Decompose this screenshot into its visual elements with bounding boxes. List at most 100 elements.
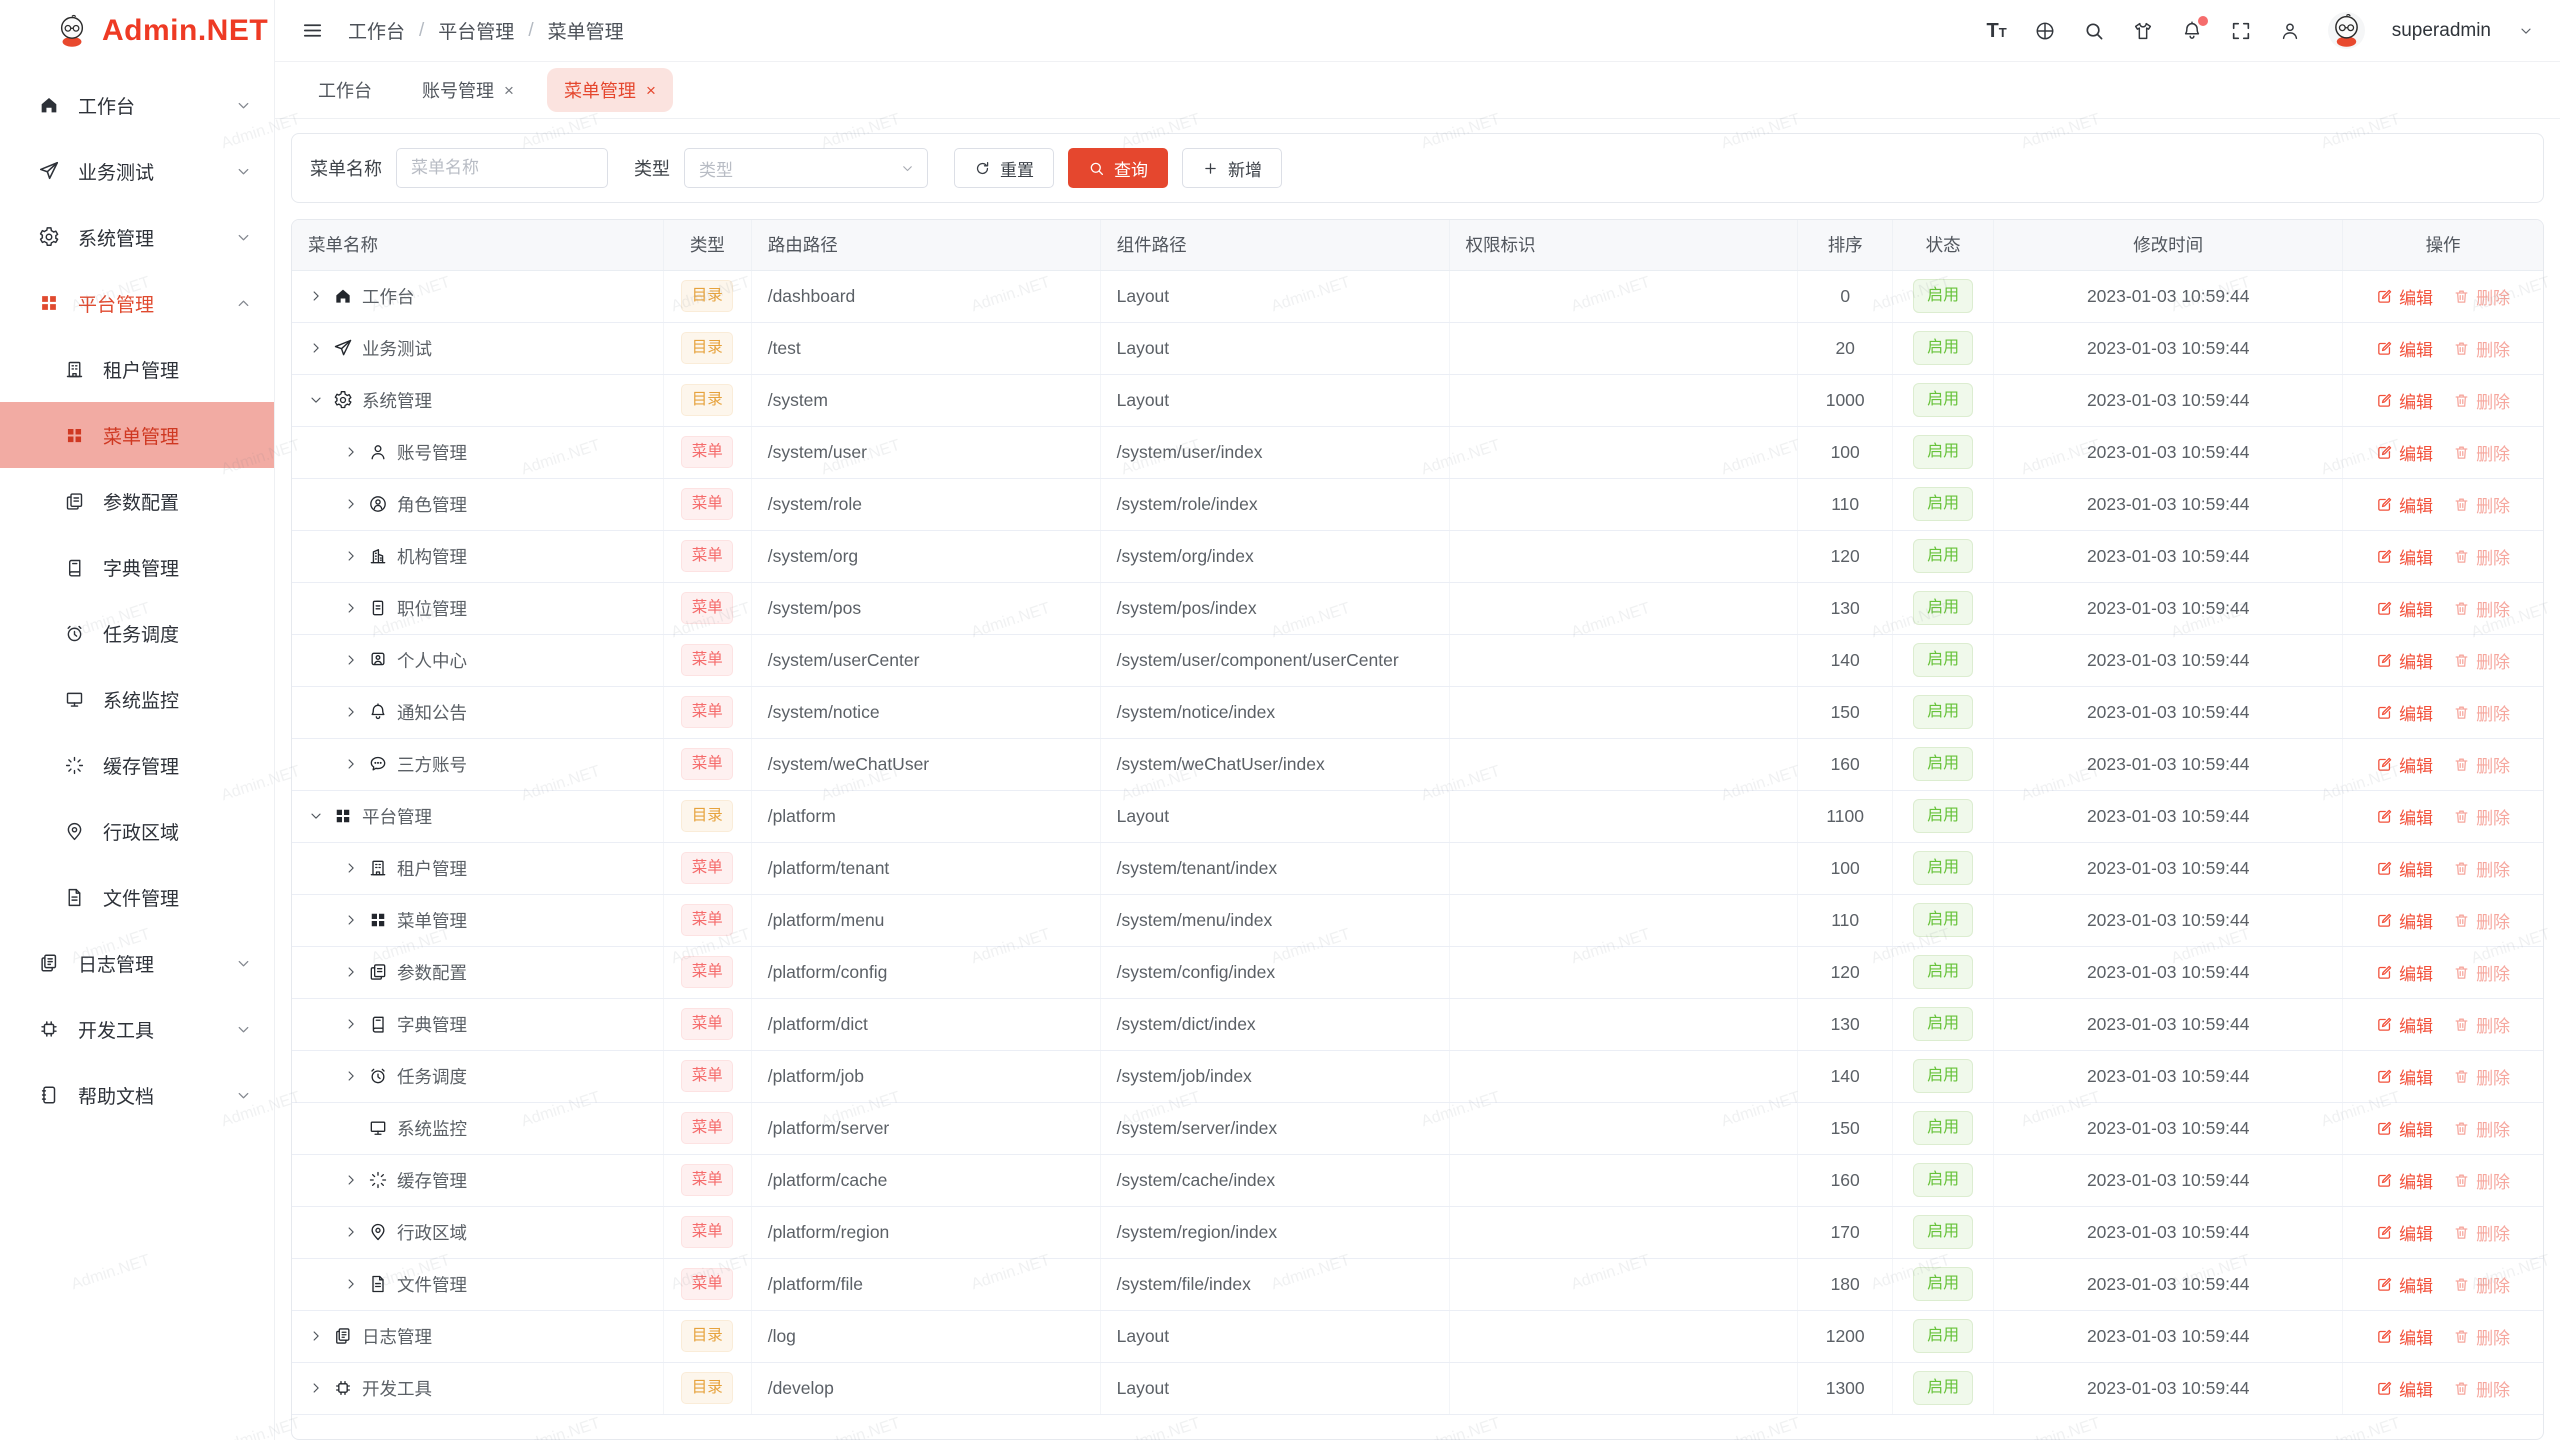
tree-arrow-icon[interactable] <box>343 1068 359 1084</box>
delete-button[interactable]: 删除 <box>2453 1064 2510 1089</box>
delete-button[interactable]: 删除 <box>2453 1272 2510 1297</box>
tab-close-icon[interactable]: × <box>504 82 514 99</box>
delete-button[interactable]: 删除 <box>2453 388 2510 413</box>
avatar[interactable] <box>2328 12 2365 49</box>
edit-button[interactable]: 编辑 <box>2376 700 2433 725</box>
delete-button[interactable]: 删除 <box>2453 440 2510 465</box>
tree-arrow-icon[interactable] <box>308 1380 324 1396</box>
font-size-icon[interactable]: TT <box>1987 20 2007 42</box>
edit-button[interactable]: 编辑 <box>2376 336 2433 361</box>
edit-button[interactable]: 编辑 <box>2376 648 2433 673</box>
delete-button[interactable]: 删除 <box>2453 544 2510 569</box>
edit-button[interactable]: 编辑 <box>2376 1220 2433 1245</box>
tree-arrow-icon[interactable] <box>343 912 359 928</box>
tree-arrow-icon[interactable] <box>343 1224 359 1240</box>
delete-button[interactable]: 删除 <box>2453 1220 2510 1245</box>
edit-button[interactable]: 编辑 <box>2376 544 2433 569</box>
sidebar-item[interactable]: 平台管理 <box>0 270 274 336</box>
edit-button[interactable]: 编辑 <box>2376 1116 2433 1141</box>
edit-button[interactable]: 编辑 <box>2376 908 2433 933</box>
tree-arrow-icon[interactable] <box>343 860 359 876</box>
tree-arrow-icon[interactable] <box>308 1328 324 1344</box>
tree-arrow-icon[interactable] <box>343 496 359 512</box>
language-icon[interactable] <box>2034 20 2056 42</box>
edit-button[interactable]: 编辑 <box>2376 856 2433 881</box>
tree-arrow-icon[interactable] <box>343 1172 359 1188</box>
tab[interactable]: 工作台 <box>301 68 389 112</box>
edit-button[interactable]: 编辑 <box>2376 1168 2433 1193</box>
delete-button[interactable]: 删除 <box>2453 1012 2510 1037</box>
tree-arrow-icon[interactable] <box>343 704 359 720</box>
reset-button[interactable]: 重置 <box>954 148 1054 188</box>
edit-button[interactable]: 编辑 <box>2376 1376 2433 1401</box>
search-icon[interactable] <box>2083 20 2105 42</box>
sidebar-item[interactable]: 开发工具 <box>0 996 274 1062</box>
tree-arrow-icon[interactable] <box>343 548 359 564</box>
delete-button[interactable]: 删除 <box>2453 1116 2510 1141</box>
edit-button[interactable]: 编辑 <box>2376 960 2433 985</box>
delete-button[interactable]: 删除 <box>2453 1324 2510 1349</box>
sidebar-subitem[interactable]: 菜单管理 <box>0 402 274 468</box>
delete-button[interactable]: 删除 <box>2453 1168 2510 1193</box>
edit-button[interactable]: 编辑 <box>2376 596 2433 621</box>
fullscreen-icon[interactable] <box>2230 20 2252 42</box>
delete-button[interactable]: 删除 <box>2453 336 2510 361</box>
sidebar-subitem[interactable]: 行政区域 <box>0 798 274 864</box>
tree-arrow-icon[interactable] <box>308 288 324 304</box>
delete-button[interactable]: 删除 <box>2453 596 2510 621</box>
sidebar-item[interactable]: 帮助文档 <box>0 1062 274 1128</box>
edit-button[interactable]: 编辑 <box>2376 1012 2433 1037</box>
search-button[interactable]: 查询 <box>1068 148 1168 188</box>
delete-button[interactable]: 删除 <box>2453 284 2510 309</box>
breadcrumb-item[interactable]: 工作台 <box>348 17 405 44</box>
edit-button[interactable]: 编辑 <box>2376 1064 2433 1089</box>
tree-arrow-icon[interactable] <box>343 756 359 772</box>
tree-arrow-icon[interactable] <box>343 600 359 616</box>
tab[interactable]: 账号管理× <box>405 68 531 112</box>
tab-close-icon[interactable]: × <box>646 82 656 99</box>
delete-button[interactable]: 删除 <box>2453 648 2510 673</box>
tree-arrow-icon[interactable] <box>308 392 324 408</box>
notification-bell-icon[interactable] <box>2181 20 2203 42</box>
type-select[interactable]: 类型 <box>684 148 928 188</box>
edit-button[interactable]: 编辑 <box>2376 1272 2433 1297</box>
sidebar-subitem[interactable]: 文件管理 <box>0 864 274 930</box>
edit-button[interactable]: 编辑 <box>2376 388 2433 413</box>
user-icon[interactable] <box>2279 20 2301 42</box>
sidebar-item[interactable]: 业务测试 <box>0 138 274 204</box>
tree-arrow-icon[interactable] <box>343 444 359 460</box>
add-button[interactable]: 新增 <box>1182 148 1282 188</box>
logo[interactable]: Admin.NET <box>0 0 274 62</box>
sidebar-subitem[interactable]: 任务调度 <box>0 600 274 666</box>
sidebar-item[interactable]: 工作台 <box>0 72 274 138</box>
tree-arrow-icon[interactable] <box>343 1016 359 1032</box>
tab[interactable]: 菜单管理× <box>547 68 673 112</box>
delete-button[interactable]: 删除 <box>2453 1376 2510 1401</box>
delete-button[interactable]: 删除 <box>2453 804 2510 829</box>
delete-button[interactable]: 删除 <box>2453 700 2510 725</box>
sidebar-item[interactable]: 日志管理 <box>0 930 274 996</box>
tree-arrow-icon[interactable] <box>343 652 359 668</box>
edit-button[interactable]: 编辑 <box>2376 752 2433 777</box>
sidebar-subitem[interactable]: 系统监控 <box>0 666 274 732</box>
edit-button[interactable]: 编辑 <box>2376 440 2433 465</box>
sidebar-subitem[interactable]: 缓存管理 <box>0 732 274 798</box>
tree-arrow-icon[interactable] <box>343 964 359 980</box>
sidebar-item[interactable]: 系统管理 <box>0 204 274 270</box>
username[interactable]: superadmin <box>2392 20 2491 42</box>
edit-button[interactable]: 编辑 <box>2376 804 2433 829</box>
theme-shirt-icon[interactable] <box>2132 20 2154 42</box>
tree-arrow-icon[interactable] <box>308 340 324 356</box>
sidebar-subitem[interactable]: 参数配置 <box>0 468 274 534</box>
menu-name-input[interactable] <box>396 148 608 188</box>
delete-button[interactable]: 删除 <box>2453 856 2510 881</box>
delete-button[interactable]: 删除 <box>2453 752 2510 777</box>
delete-button[interactable]: 删除 <box>2453 960 2510 985</box>
edit-button[interactable]: 编辑 <box>2376 492 2433 517</box>
edit-button[interactable]: 编辑 <box>2376 284 2433 309</box>
collapse-sidebar-icon[interactable] <box>301 19 324 42</box>
delete-button[interactable]: 删除 <box>2453 908 2510 933</box>
tree-arrow-icon[interactable] <box>308 808 324 824</box>
user-menu-chevron-icon[interactable] <box>2518 23 2534 39</box>
edit-button[interactable]: 编辑 <box>2376 1324 2433 1349</box>
